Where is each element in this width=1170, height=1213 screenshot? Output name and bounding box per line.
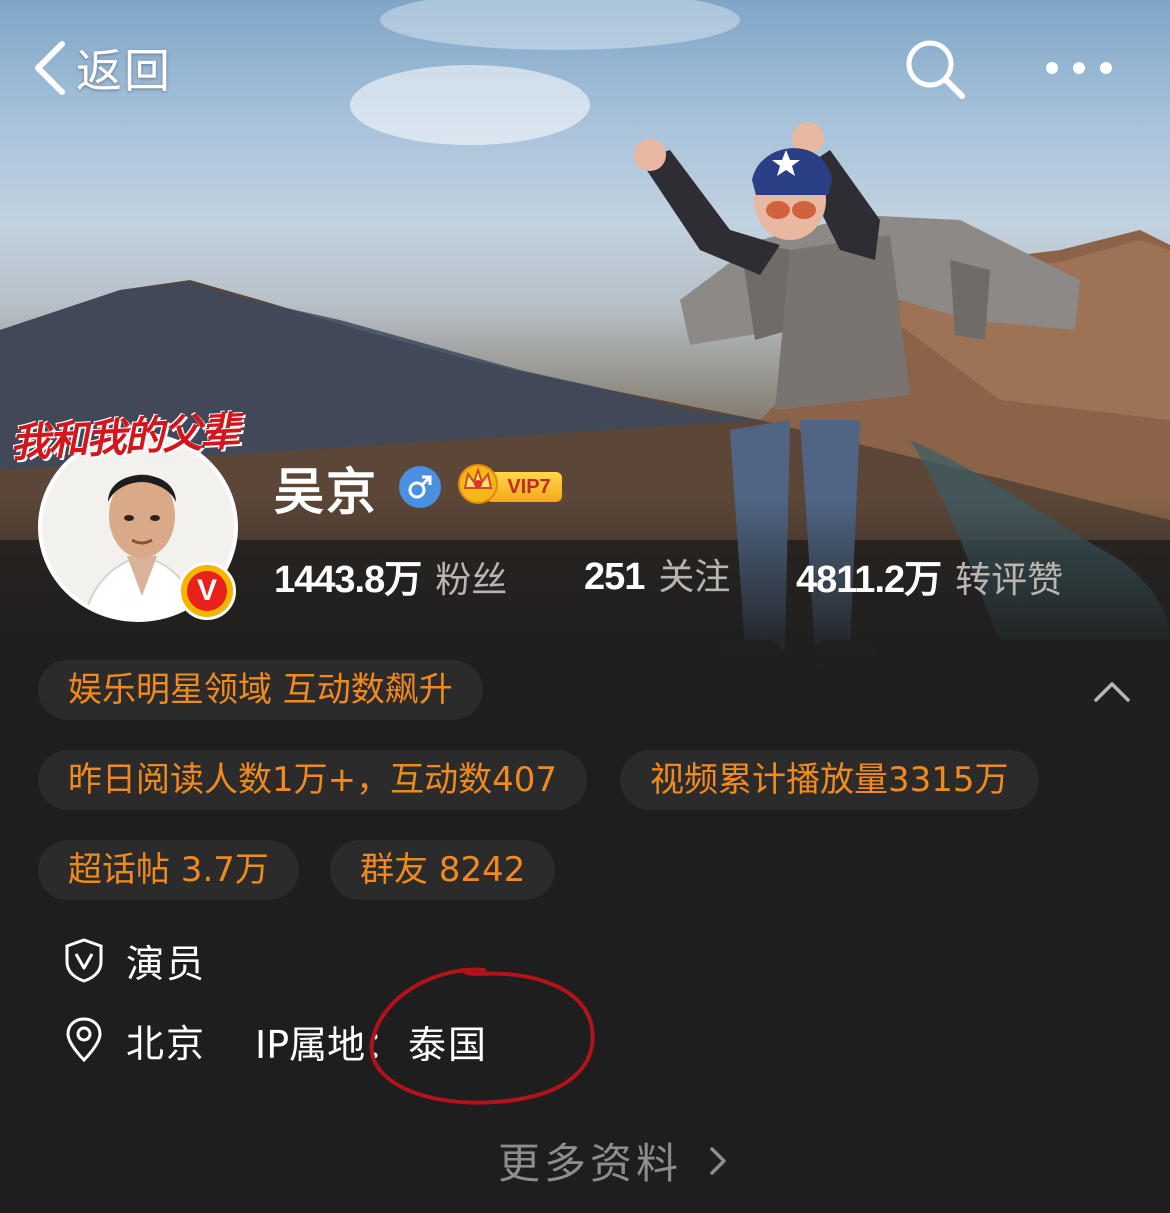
chevron-left-icon [35,41,65,95]
domain-badge[interactable]: 娱乐明星领域 互动数飙升 [38,660,483,720]
verified-badge: V [178,562,236,620]
more-info-link[interactable]: 更多资料 [498,1130,730,1191]
interactions-count: 4811.2万 [796,559,942,601]
profile-name: 吴京 [274,463,378,521]
group-badge[interactable]: 群友 8242 [330,840,556,900]
location-text: 北京 [126,1021,207,1066]
stat-interactions[interactable]: 4811.2万 转评赞 [796,548,1063,603]
verified-mark: V [187,571,227,611]
crown-icon [458,464,498,504]
top-bar: 返回 [0,0,1170,140]
male-gender-icon [399,466,441,508]
occupation-text: 演员 [126,941,207,986]
location-pin-icon [66,1017,102,1063]
location-row: 北京 [62,1010,206,1070]
more-info-label: 更多资料 [498,1139,683,1188]
annotation-circle [369,967,595,1105]
back-label: 返回 [76,44,172,98]
following-count: 251 [584,556,645,598]
chevron-right-icon [710,1146,726,1175]
following-label: 关注 [658,557,731,598]
interactions-label: 转评赞 [955,560,1064,601]
shield-v-icon [65,938,103,983]
reads-badge[interactable]: 昨日阅读人数1万+，互动数407 [38,750,588,810]
more-icon[interactable] [1042,48,1116,88]
video-badge[interactable]: 视频累计播放量3315万 [620,750,1039,810]
super-topic-badge[interactable]: 超话帖 3.7万 [38,840,299,900]
back-button[interactable]: 返回 [30,36,172,100]
vip-badge[interactable]: VIP7 [456,464,564,504]
occupation-row: 演员 [62,930,206,990]
stat-following[interactable]: 251 关注 [584,548,730,600]
search-icon[interactable] [902,36,968,102]
followers-label: 粉丝 [435,560,508,601]
stat-followers[interactable]: 1443.8万 粉丝 [274,548,507,603]
followers-count: 1443.8万 [274,559,422,601]
chevron-up-icon[interactable] [1092,676,1132,706]
